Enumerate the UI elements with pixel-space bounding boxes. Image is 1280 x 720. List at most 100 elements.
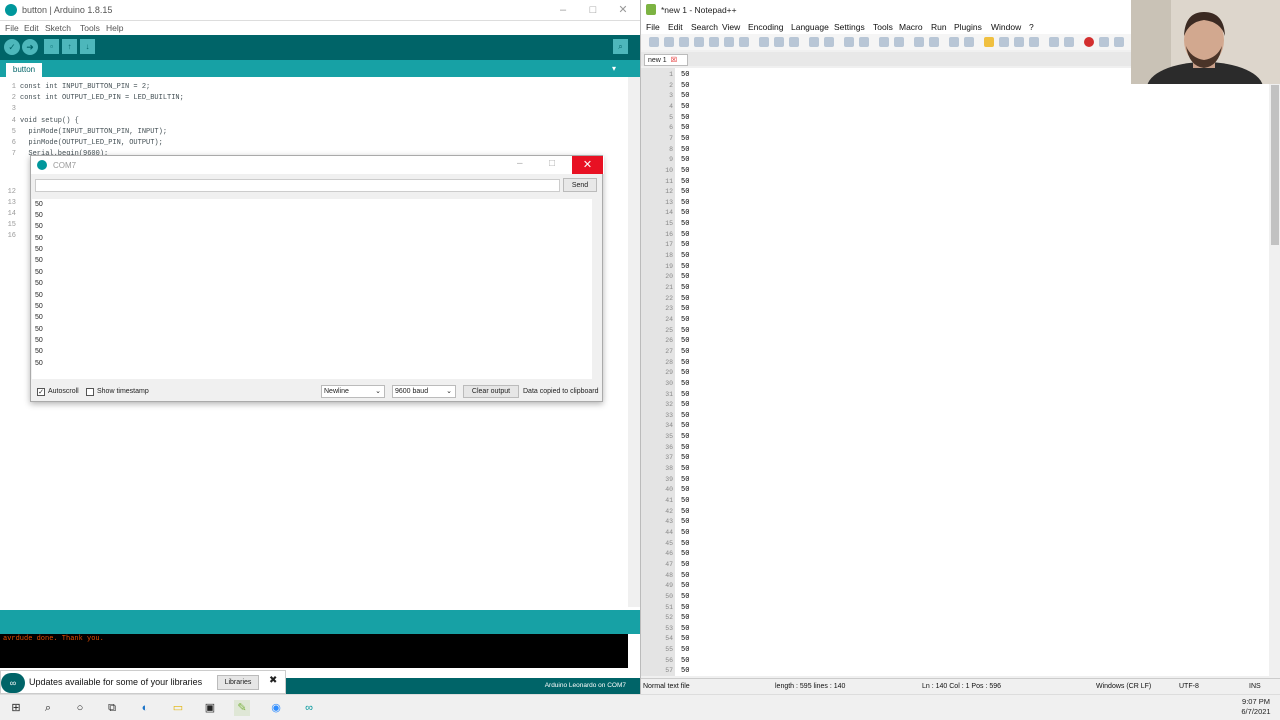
play-icon[interactable] bbox=[1114, 37, 1124, 47]
text-line: 50 bbox=[681, 369, 690, 378]
baud-select[interactable]: 9600 baud ⌄ bbox=[392, 385, 456, 398]
menu-language[interactable]: Language bbox=[791, 22, 829, 32]
close-all-icon[interactable] bbox=[724, 37, 734, 47]
menu-view[interactable]: View bbox=[722, 22, 740, 32]
menu-window[interactable]: Window bbox=[991, 22, 1021, 32]
menu-help[interactable]: Help bbox=[106, 23, 123, 33]
menu-edit[interactable]: Edit bbox=[668, 22, 683, 32]
upload-icon[interactable]: ➜ bbox=[22, 39, 38, 55]
text-area[interactable]: 50 50 50 50 50 50 50 50 50 50 50 50 50 50 50 50 50 50 50 50… bbox=[675, 68, 1269, 676]
menu-edit[interactable]: Edit bbox=[24, 23, 39, 33]
stop-icon[interactable] bbox=[1099, 37, 1109, 47]
new-icon[interactable]: ▫ bbox=[44, 39, 59, 54]
search-icon[interactable]: ⌕ bbox=[40, 700, 56, 716]
save-icon[interactable] bbox=[679, 37, 689, 47]
sync-h-icon[interactable] bbox=[929, 37, 939, 47]
function-list-icon[interactable] bbox=[1014, 37, 1024, 47]
zoom-in-icon[interactable] bbox=[879, 37, 889, 47]
clear-output-button[interactable]: Clear output bbox=[463, 385, 519, 398]
close-button[interactable]: ✕ bbox=[608, 2, 638, 18]
tab-button[interactable]: button bbox=[6, 63, 42, 77]
text-line: 50 bbox=[681, 624, 690, 633]
system-clock[interactable]: 9:07 PM 6/7/2021 bbox=[1236, 697, 1276, 717]
save-all-icon[interactable] bbox=[694, 37, 704, 47]
menu-macro[interactable]: Macro bbox=[899, 22, 923, 32]
serial-monitor-icon[interactable]: ⌕ bbox=[613, 39, 628, 54]
folder-workspace-icon[interactable] bbox=[1029, 37, 1039, 47]
start-icon[interactable]: ⊞ bbox=[8, 700, 24, 716]
text-line: 50 bbox=[681, 497, 690, 505]
wrap-icon[interactable] bbox=[949, 37, 959, 47]
line-ending-value: Newline bbox=[324, 388, 349, 395]
indent-guide-icon[interactable] bbox=[984, 37, 994, 47]
undo-icon[interactable] bbox=[809, 37, 819, 47]
task-view-icon[interactable]: ⧉ bbox=[104, 700, 120, 716]
autoscroll-checkbox[interactable]: ✓ bbox=[37, 388, 45, 396]
doc-map-icon[interactable] bbox=[999, 37, 1009, 47]
cut-icon[interactable] bbox=[759, 37, 769, 47]
line-number: 42 bbox=[665, 507, 673, 515]
close-file-icon[interactable] bbox=[709, 37, 719, 47]
minimize-button[interactable]: – bbox=[517, 158, 523, 169]
open-icon[interactable]: ↑ bbox=[62, 39, 77, 54]
arduino-taskbar-icon[interactable]: ∞ bbox=[301, 700, 317, 716]
timestamp-checkbox[interactable] bbox=[86, 388, 94, 396]
eol-format[interactable]: Windows (CR LF) bbox=[1096, 683, 1151, 690]
encoding[interactable]: UTF-8 bbox=[1179, 683, 1199, 690]
verify-icon[interactable]: ✓ bbox=[4, 39, 20, 55]
menu-sketch[interactable]: Sketch bbox=[45, 23, 71, 33]
console-divider[interactable] bbox=[0, 610, 640, 634]
line-number: 10 bbox=[665, 166, 673, 174]
minimize-button[interactable]: – bbox=[548, 2, 578, 18]
line-number: 6 bbox=[11, 139, 16, 147]
menu-settings[interactable]: Settings bbox=[834, 22, 865, 32]
line-number: 16 bbox=[665, 230, 673, 238]
menu-run[interactable]: Run bbox=[931, 22, 947, 32]
menu-help[interactable]: ? bbox=[1029, 22, 1034, 32]
menu-file[interactable]: File bbox=[5, 23, 19, 33]
open-icon[interactable] bbox=[664, 37, 674, 47]
close-icon[interactable]: ✖ bbox=[269, 675, 277, 686]
line-number: 23 bbox=[665, 305, 673, 313]
line-number: 1 bbox=[11, 83, 16, 91]
scrollbar-thumb[interactable] bbox=[1271, 85, 1279, 245]
send-button[interactable]: Send bbox=[563, 178, 597, 192]
terminal-icon[interactable]: ▣ bbox=[202, 700, 218, 716]
menu-tools[interactable]: Tools bbox=[873, 22, 893, 32]
output-scrollbar[interactable] bbox=[592, 199, 602, 379]
tab-new-1[interactable]: new 1 ☒ bbox=[644, 54, 688, 66]
zoom-icon[interactable]: ◉ bbox=[268, 700, 284, 716]
file-explorer-icon[interactable]: ▭ bbox=[170, 700, 186, 716]
menu-file[interactable]: File bbox=[646, 22, 660, 32]
new-icon[interactable] bbox=[649, 37, 659, 47]
replace-icon[interactable] bbox=[859, 37, 869, 47]
copy-icon[interactable] bbox=[774, 37, 784, 47]
record-icon[interactable] bbox=[1084, 37, 1094, 47]
notepadpp-taskbar-icon[interactable]: ✎ bbox=[234, 700, 250, 716]
maximize-button[interactable]: □ bbox=[549, 158, 555, 169]
maximize-button[interactable]: □ bbox=[578, 2, 608, 18]
zoom-out-icon[interactable] bbox=[894, 37, 904, 47]
menu-search[interactable]: Search bbox=[691, 22, 718, 32]
cortana-icon[interactable]: ○ bbox=[72, 700, 88, 716]
print-icon[interactable] bbox=[739, 37, 749, 47]
tab-menu-icon[interactable]: ▾ bbox=[612, 64, 616, 73]
close-icon[interactable]: ☒ bbox=[671, 57, 677, 64]
line-ending-select[interactable]: Newline ⌄ bbox=[321, 385, 385, 398]
paste-icon[interactable] bbox=[789, 37, 799, 47]
monitoring-icon[interactable] bbox=[1049, 37, 1059, 47]
menu-tools[interactable]: Tools bbox=[80, 23, 100, 33]
show-all-icon[interactable] bbox=[964, 37, 974, 47]
editor-scrollbar[interactable] bbox=[628, 77, 640, 607]
macro-record-icon[interactable] bbox=[1064, 37, 1074, 47]
libraries-button[interactable]: Libraries bbox=[217, 675, 259, 690]
save-icon[interactable]: ↓ bbox=[80, 39, 95, 54]
redo-icon[interactable] bbox=[824, 37, 834, 47]
menu-plugins[interactable]: Plugins bbox=[954, 22, 982, 32]
close-button[interactable]: ✕ bbox=[572, 156, 603, 174]
find-icon[interactable] bbox=[844, 37, 854, 47]
menu-encoding[interactable]: Encoding bbox=[748, 22, 783, 32]
edge-icon[interactable]: ◐ bbox=[137, 700, 153, 716]
serial-input[interactable] bbox=[35, 179, 560, 192]
sync-v-icon[interactable] bbox=[914, 37, 924, 47]
